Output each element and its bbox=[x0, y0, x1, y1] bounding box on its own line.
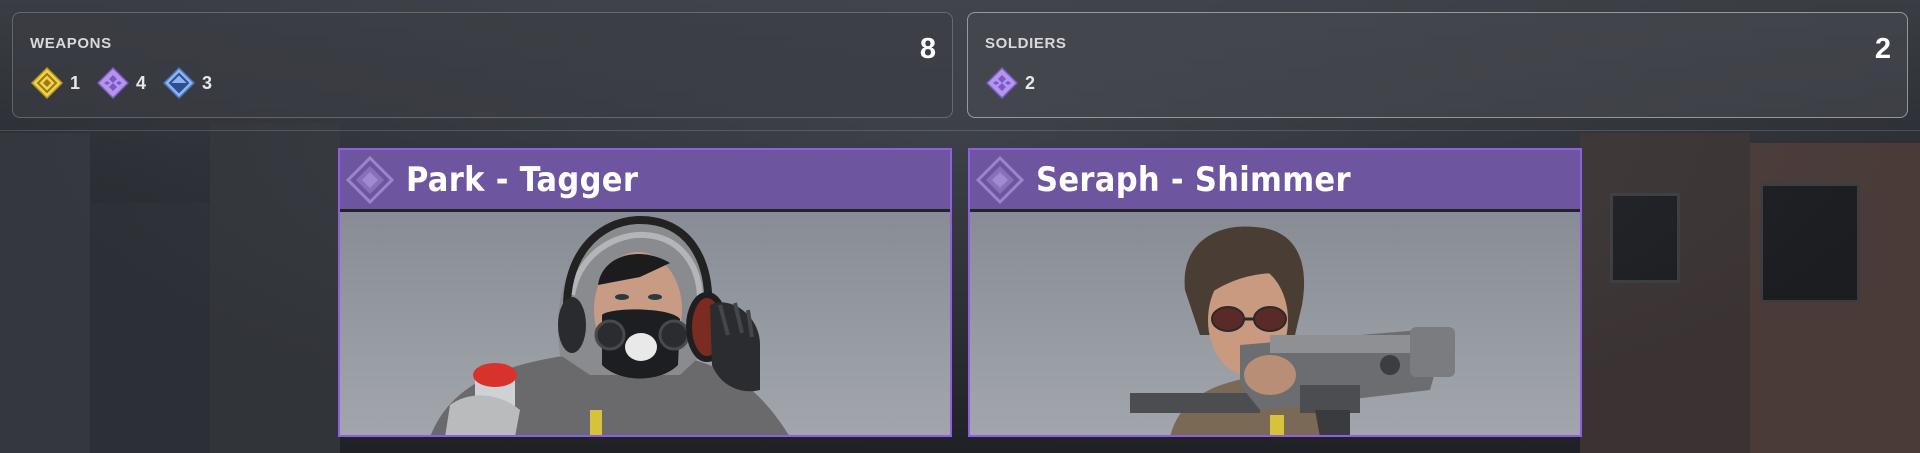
soldiers-purple-count: 2 bbox=[1025, 72, 1036, 93]
soldier-name: Seraph - Shimmer bbox=[1036, 159, 1351, 200]
soldier-name: Park - Tagger bbox=[406, 159, 639, 200]
soldier-portrait bbox=[1130, 226, 1455, 435]
soldiers-label: SOLDIERS bbox=[985, 35, 1067, 52]
weapons-label: WEAPONS bbox=[30, 35, 112, 52]
weapons-purple-count: 4 bbox=[136, 72, 147, 93]
weapons-blue-chip: 3 bbox=[162, 66, 212, 100]
divider bbox=[0, 130, 1920, 131]
gold-rarity-icon bbox=[30, 66, 64, 100]
weapons-gold-chip: 1 bbox=[30, 66, 80, 100]
weapons-purple-chip: 4 bbox=[96, 66, 146, 100]
weapons-total: 8 bbox=[919, 33, 936, 65]
soldiers-total: 2 bbox=[1874, 33, 1891, 65]
purple-rarity-icon bbox=[985, 66, 1019, 100]
soldier-card-header: Park - Tagger bbox=[340, 150, 950, 212]
purple-rarity-icon bbox=[345, 155, 395, 204]
weapons-summary-panel[interactable]: WEAPONS 8 1 4 3 bbox=[12, 12, 953, 118]
weapons-blue-count: 3 bbox=[202, 72, 213, 93]
purple-rarity-icon bbox=[96, 66, 130, 100]
purple-rarity-icon bbox=[975, 155, 1025, 204]
soldier-card-header: Seraph - Shimmer bbox=[970, 150, 1580, 212]
blue-rarity-icon bbox=[162, 66, 196, 100]
soldiers-purple-chip: 2 bbox=[985, 66, 1035, 100]
weapons-gold-count: 1 bbox=[70, 72, 81, 93]
soldier-portrait bbox=[430, 215, 789, 435]
soldier-card-park-tagger[interactable]: Park - Tagger bbox=[338, 148, 952, 437]
soldier-card-seraph-shimmer[interactable]: Seraph - Shimmer bbox=[968, 148, 1582, 437]
soldiers-summary-panel[interactable]: SOLDIERS 2 2 bbox=[967, 12, 1908, 118]
